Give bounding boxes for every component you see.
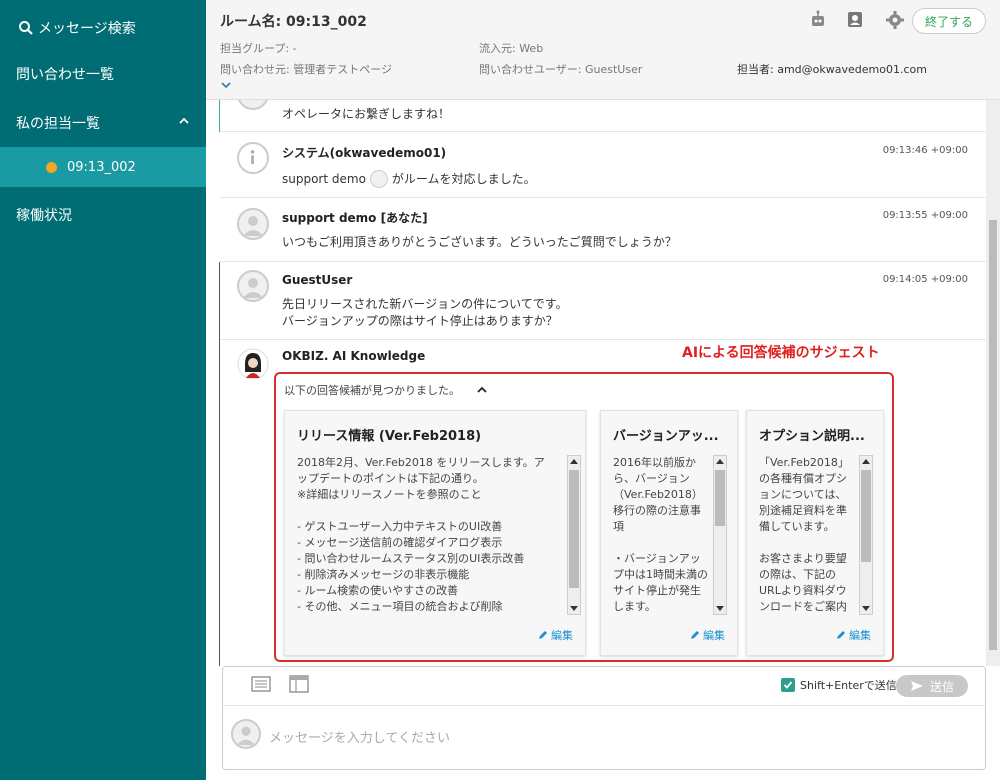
sidebar-item-status[interactable]: 稼働状況 (16, 205, 72, 225)
message-item: GuestUser 09:14:05 +09:00 先日リリースされた新バージョ… (220, 262, 986, 340)
robot-icon[interactable] (808, 10, 828, 30)
edit-label: 編集 (551, 629, 573, 642)
message-time: 09:13:55 +09:00 (882, 210, 968, 221)
suggest-annotation: AIによる回答候補のサジェスト (682, 345, 880, 361)
message-text-pre: support demo (282, 171, 366, 186)
message-sender: OKBIZ. AI Knowledge (282, 349, 426, 363)
message-text: 先日リリースされた新バージョンの件についてです。 (282, 297, 568, 311)
chevron-down-icon[interactable] (220, 80, 232, 90)
shift-enter-toggle[interactable]: Shift+Enterで送信 (781, 677, 897, 693)
suggest-card[interactable]: バージョンアッ... 2016年以前版から、バージョン （Ver.Feb2018… (600, 410, 738, 656)
card-scrollbar[interactable] (567, 455, 581, 615)
layout-icon[interactable] (289, 675, 309, 693)
chevron-up-icon[interactable] (476, 385, 488, 395)
info-icon (237, 142, 269, 174)
shift-enter-label: Shift+Enterで送信 (800, 679, 897, 692)
checkbox-checked-icon[interactable] (781, 678, 795, 692)
template-list-icon[interactable] (251, 675, 271, 693)
card-title: バージョンアッ... (613, 429, 719, 444)
edit-label: 編集 (703, 629, 725, 642)
suggest-card[interactable]: オプション説明... 「Ver.Feb2018」の各種有償オプションについては、… (746, 410, 884, 656)
suggest-panel: 以下の回答候補が見つかりました。 リリース情報 (Ver.Feb2018) 20… (274, 372, 894, 662)
page-scrollbar[interactable] (986, 100, 1000, 666)
ai-avatar (237, 348, 269, 380)
card-scrollbar[interactable] (859, 455, 873, 615)
message-text: オペレータにお繋ぎしますね！ (282, 107, 451, 121)
card-scrollbar[interactable] (713, 455, 727, 615)
sidebar-item-active-room[interactable]: 09:13_002 (0, 147, 206, 187)
message-text: support demo がルームを対応しました。 (282, 170, 536, 188)
edit-link[interactable]: 編集 (836, 627, 871, 643)
card-body: 2016年以前版から、バージョン （Ver.Feb2018）移行の際の注意事項 … (613, 456, 708, 613)
divider (223, 705, 985, 706)
message-time: 09:13:46 +09:00 (882, 145, 968, 156)
avatar (237, 270, 269, 302)
suggest-card[interactable]: リリース情報 (Ver.Feb2018) 2018年2月、Ver.Feb2018… (284, 410, 586, 656)
message-sender: システム(okwavedemo01) (282, 146, 447, 160)
send-label: 送信 (929, 679, 954, 694)
status-dot (46, 161, 57, 173)
meta-group: 担当グループ: - (220, 42, 297, 55)
card-title: リリース情報 (Ver.Feb2018) (297, 429, 482, 444)
message-text: バージョンアップの際はサイト停止はありますか？ (282, 314, 558, 328)
chevron-up-icon[interactable] (178, 115, 190, 127)
avatar (237, 208, 269, 240)
suggest-header-text: 以下の回答候補が見つかりました。 (284, 384, 460, 397)
room-header: ルーム名: 09:13_002 担当グループ: - 流入元: Web 問い合わせ… (206, 0, 1000, 100)
message-sender: support demo [あなた] (282, 211, 428, 225)
message-search-label: メッセージ検索 (38, 21, 136, 37)
sidebar: メッセージ検索 問い合わせ一覧 私の担当一覧 09:13_002 稼働状況 (0, 0, 206, 780)
send-button[interactable]: 送信 (896, 675, 968, 697)
pencil-icon (539, 631, 547, 639)
search-icon (19, 21, 33, 35)
room-title: ルーム名: 09:13_002 (220, 14, 367, 30)
meta-inquiry-from: 問い合わせ元: 管理者テストページ (220, 63, 392, 76)
message-composer: Shift+Enterで送信 送信 メッセージを入力してください (222, 666, 986, 770)
edit-label: 編集 (849, 629, 871, 642)
meta-assignee: 担当者: amd@okwavedemo01.com (737, 63, 927, 76)
meta-inquiry-user: 問い合わせユーザー: GuestUser (479, 63, 643, 76)
message-item: support demo [あなた] 09:13:55 +09:00 いつもご利… (220, 198, 986, 262)
end-button[interactable]: 終了する (912, 8, 986, 34)
gear-icon[interactable] (885, 10, 905, 30)
message-item: システム(okwavedemo01) 09:13:46 +09:00 suppo… (220, 132, 986, 198)
suggest-header: 以下の回答候補が見つかりました。 (284, 382, 488, 398)
pencil-icon (691, 631, 699, 639)
card-body: 2018年2月、Ver.Feb2018 をリリースします。アップデートのポイント… (297, 456, 545, 613)
user-card-icon[interactable] (845, 10, 865, 30)
edit-link[interactable]: 編集 (690, 627, 725, 643)
message-time: 09:14:05 +09:00 (882, 274, 968, 285)
card-body: 「Ver.Feb2018」の各種有償オプションについては、別途補足資料を準備して… (759, 456, 849, 613)
message-sender: GuestUser (282, 273, 353, 287)
pencil-icon (837, 631, 845, 639)
sidebar-item-inquiries[interactable]: 問い合わせ一覧 (16, 64, 114, 84)
send-icon (910, 681, 923, 691)
message-text: いつもご利用頂きありがとうございます。どういったご質問でしょうか？ (282, 235, 677, 249)
message-item: オペレータにお繋ぎしますね！ (220, 100, 986, 132)
card-title: オプション説明... (759, 429, 865, 444)
meta-source: 流入元: Web (479, 42, 544, 55)
message-text-post: がルームを対応しました。 (391, 171, 536, 186)
edit-link[interactable]: 編集 (538, 627, 573, 643)
avatar (231, 719, 261, 749)
sidebar-item-my-assignments[interactable]: 私の担当一覧 (16, 113, 100, 133)
message-input[interactable]: メッセージを入力してください (269, 727, 450, 746)
active-room-label: 09:13_002 (67, 159, 136, 175)
user-avatar-icon (369, 170, 388, 188)
avatar (237, 100, 269, 110)
message-search[interactable]: メッセージ検索 (18, 18, 136, 38)
